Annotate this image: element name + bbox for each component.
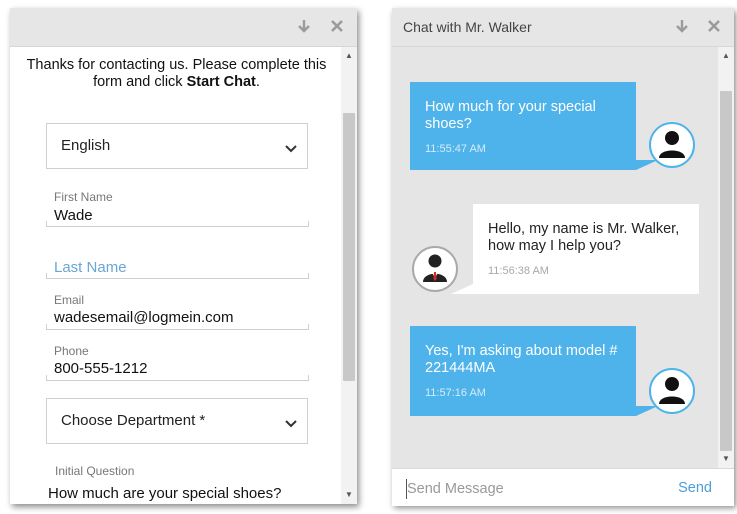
scroll-up-icon[interactable]: ▲ <box>718 49 734 63</box>
message-timestamp: 11:57:16 AM <box>425 387 486 399</box>
agent-avatar-icon <box>412 246 458 292</box>
message-timestamp: 11:56:38 AM <box>488 265 549 277</box>
message-composer: Send <box>392 468 734 506</box>
language-select[interactable]: English <box>46 123 308 169</box>
department-select-value: Choose Department * <box>61 412 206 429</box>
intro-text: Thanks for contacting us. Please complet… <box>26 57 327 90</box>
last-name-underline <box>46 273 309 279</box>
last-name-field[interactable]: Last Name <box>46 245 309 281</box>
scroll-down-icon[interactable]: ▼ <box>718 452 734 466</box>
chat-scrollbar[interactable]: ▲ ▼ <box>718 47 734 468</box>
form-body: Thanks for contacting us. Please complet… <box>10 47 341 504</box>
scrollbar-thumb[interactable] <box>720 91 732 451</box>
chevron-down-icon <box>285 140 297 158</box>
phone-underline <box>46 375 309 381</box>
send-message-input[interactable] <box>406 479 647 499</box>
message-bubble-agent: Hello, my name is Mr. Walker, how may I h… <box>473 204 699 294</box>
message-text: Yes, I'm asking about model #221444MA <box>425 343 618 376</box>
chat-title: Chat with Mr. Walker <box>403 19 532 35</box>
phone-label: Phone <box>54 344 89 358</box>
form-scrollbar[interactable]: ▲ ▼ <box>341 47 357 504</box>
email-label: Email <box>54 293 85 307</box>
initial-question-value[interactable]: How much are your special shoes? <box>48 485 281 502</box>
scrollbar-thumb[interactable] <box>343 113 355 381</box>
email-field[interactable]: Email wadesemail@logmein.com <box>46 285 309 331</box>
pre-chat-form-window: Thanks for contacting us. Please complet… <box>10 8 357 504</box>
initial-question-label: Initial Question <box>55 464 135 478</box>
chevron-down-icon <box>285 415 297 433</box>
close-icon[interactable] <box>705 17 723 35</box>
first-name-label: First Name <box>54 190 113 204</box>
send-button[interactable]: Send <box>678 480 712 496</box>
user-avatar-icon <box>649 122 695 168</box>
message-text: Hello, my name is Mr. Walker, how may I h… <box>488 221 680 254</box>
user-avatar-icon <box>649 368 695 414</box>
chat-window: Chat with Mr. Walker How much for your s… <box>392 8 734 506</box>
message-text: How much for your special shoes? <box>425 99 596 132</box>
email-underline <box>46 324 309 330</box>
form-intro: Thanks for contacting us. Please complet… <box>24 57 329 91</box>
minimize-arrow-icon[interactable] <box>673 17 691 35</box>
scroll-down-icon[interactable]: ▼ <box>341 488 357 502</box>
chat-transcript: How much for your special shoes? 11:55:47… <box>392 47 718 468</box>
close-icon[interactable] <box>328 17 346 35</box>
intro-bold-start-chat: Start Chat <box>186 74 256 90</box>
scroll-up-icon[interactable]: ▲ <box>341 49 357 63</box>
department-select[interactable]: Choose Department * <box>46 398 308 444</box>
message-timestamp: 11:55:47 AM <box>425 143 486 155</box>
message-bubble-user: How much for your special shoes? 11:55:47… <box>410 82 636 170</box>
chat-titlebar: Chat with Mr. Walker <box>392 8 734 47</box>
minimize-arrow-icon[interactable] <box>295 17 313 35</box>
phone-field[interactable]: Phone 800-555-1212 <box>46 336 309 382</box>
intro-end: . <box>255 74 260 90</box>
form-titlebar <box>10 8 357 47</box>
message-bubble-user: Yes, I'm asking about model #221444MA 11… <box>410 326 636 416</box>
language-select-value: English <box>61 137 111 154</box>
first-name-underline <box>46 221 309 227</box>
first-name-field[interactable]: First Name Wade <box>46 183 309 229</box>
